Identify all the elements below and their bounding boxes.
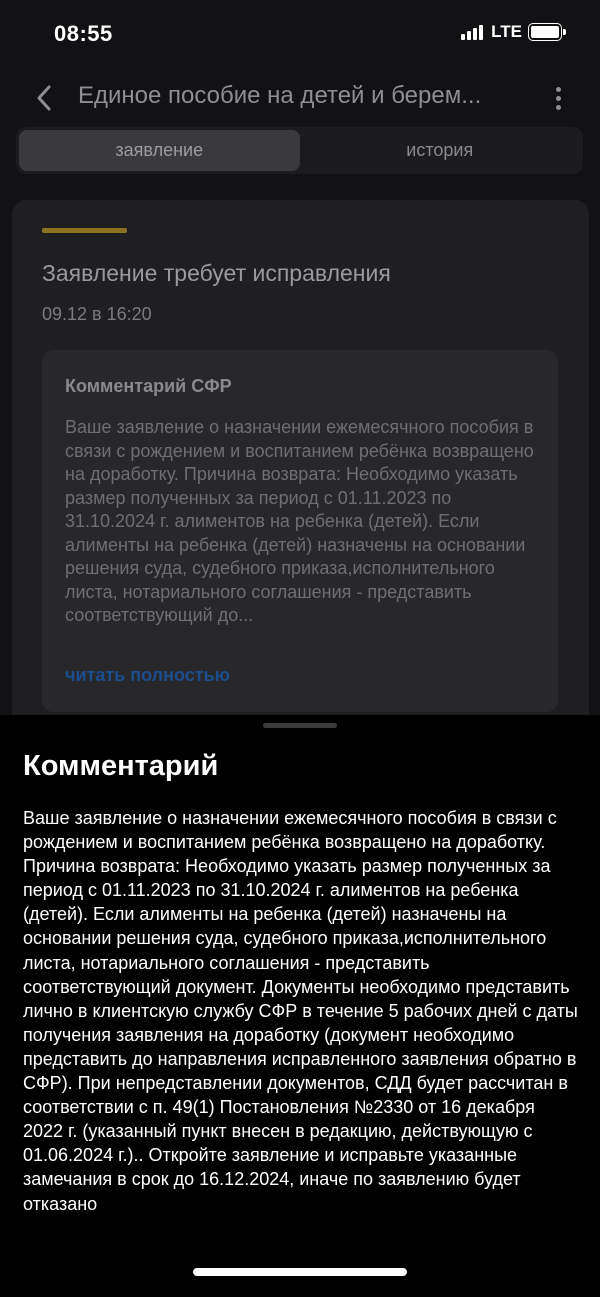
network-type: LTE — [491, 22, 522, 41]
status-title: Заявление требует исправления — [42, 260, 391, 286]
segmented-tabs: заявление история — [16, 127, 583, 174]
status-accent-bar — [42, 228, 127, 233]
nav-header: Единое пособие на детей и берем... — [0, 70, 600, 124]
app-screen: 08:55 LTE Единое пособие на детей и бере… — [0, 0, 600, 1297]
read-more-link[interactable]: читать полностью — [65, 665, 230, 686]
back-button[interactable] — [26, 80, 62, 116]
home-indicator[interactable] — [193, 1268, 407, 1276]
tab-application[interactable]: заявление — [19, 130, 300, 171]
sheet-grabber-handle[interactable] — [263, 723, 337, 728]
status-date: 09.12 в 16:20 — [42, 304, 152, 324]
status-bar: 08:55 LTE — [0, 0, 600, 68]
more-vertical-icon[interactable] — [546, 80, 570, 116]
tab-history[interactable]: история — [300, 130, 581, 171]
comment-bottom-sheet: Комментарий Ваше заявление о назначении … — [0, 715, 600, 1297]
chevron-left-icon — [37, 85, 51, 111]
cellular-signal-icon — [461, 24, 484, 40]
application-status-card: Заявление требует исправления 09.12 в 16… — [12, 200, 589, 740]
page-title: Единое пособие на детей и берем... — [78, 82, 482, 109]
comment-preview-text: Ваше заявление о назначении ежемесячного… — [65, 417, 534, 625]
status-indicators: LTE — [461, 22, 566, 42]
status-time: 08:55 — [54, 21, 113, 46]
comment-title: Комментарий СФР — [65, 376, 232, 396]
battery-icon — [528, 23, 566, 41]
sheet-title: Комментарий — [23, 750, 219, 782]
sheet-comment-text: Ваше заявление о назначении ежемесячного… — [23, 808, 578, 1214]
sfr-comment-box: Комментарий СФР Ваше заявление о назначе… — [42, 350, 558, 712]
